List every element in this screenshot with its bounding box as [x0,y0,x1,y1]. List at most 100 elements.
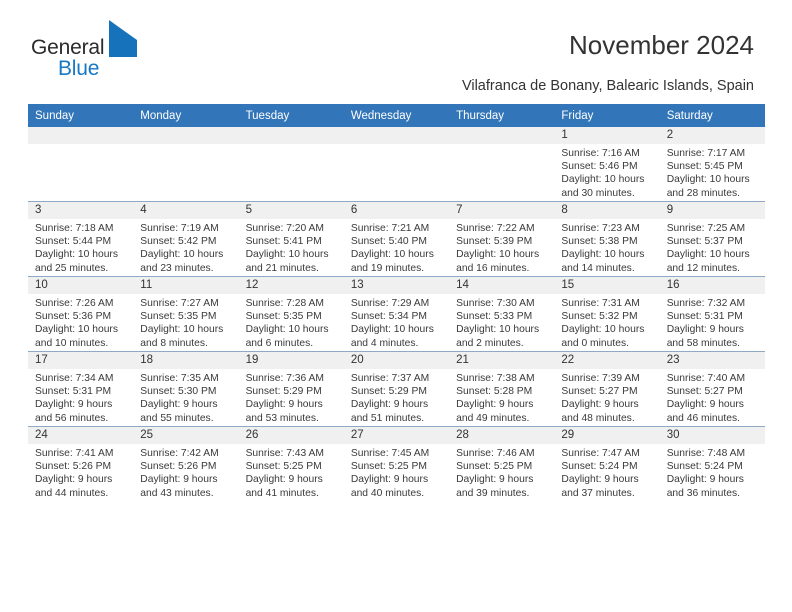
day-cell-inner: 11 Sunrise: 7:27 AM Sunset: 5:35 PM Dayligh… [133,277,239,351]
calendar-week-row: 17 Sunrise: 7:34 AM Sunset: 5:31 PM Dayligh… [28,351,765,427]
day-details: Sunrise: 7:45 AM Sunset: 5:25 PM Daylight:… [344,444,449,500]
calendar-cell-empty [343,127,450,202]
day-number: 7 [449,202,555,219]
day-cell-inner [133,127,239,201]
daylight-text-line2: and 37 minutes. [561,487,635,499]
calendar-day-cell[interactable]: 3 Sunrise: 7:18 AM Sunset: 5:44 PM Daylight… [28,201,134,277]
day-cell-inner: 23 Sunrise: 7:40 AM Sunset: 5:27 PM Dayligh… [659,352,765,426]
day-cell-inner: 27 Sunrise: 7:45 AM Sunset: 5:25 PM Dayligh… [343,427,450,501]
sunrise-text: Sunrise: 7:17 AM [666,148,746,159]
calendar-week-row: 1 Sunrise: 7:16 AM Sunset: 5:46 PM Daylight… [28,127,765,202]
day-number: 13 [343,277,450,294]
daylight-text-line1: Daylight: 9 hours [561,399,639,411]
calendar-day-cell[interactable]: 7 Sunrise: 7:22 AM Sunset: 5:39 PM Daylight… [449,201,555,277]
daylight-text-line2: and 41 minutes. [245,487,319,499]
day-number: 20 [343,352,450,369]
calendar-day-cell[interactable]: 11 Sunrise: 7:27 AM Sunset: 5:35 PM Dayligh… [133,276,239,352]
daylight-text-line2: and 53 minutes. [245,412,319,424]
day-details: Sunrise: 7:38 AM Sunset: 5:28 PM Daylight:… [449,369,554,425]
calendar-day-cell[interactable]: 4 Sunrise: 7:19 AM Sunset: 5:42 PM Daylight… [133,201,239,277]
day-number: 19 [238,352,344,369]
weekday-header-friday: Friday [554,104,660,127]
daylight-text-line2: and 2 minutes. [456,337,524,349]
daylight-text-line2: and 14 minutes. [561,262,635,274]
calendar-day-cell[interactable]: 10 Sunrise: 7:26 AM Sunset: 5:36 PM Dayligh… [28,276,134,352]
day-number: 4 [133,202,239,219]
daylight-text-line1: Daylight: 10 hours [561,249,645,261]
calendar-day-cell[interactable]: 17 Sunrise: 7:34 AM Sunset: 5:31 PM Dayligh… [28,351,134,427]
calendar-day-cell[interactable]: 29 Sunrise: 7:47 AM Sunset: 5:24 PM Dayligh… [554,426,660,501]
triangle-logo-icon [109,20,137,60]
calendar-day-cell[interactable]: 2 Sunrise: 7:17 AM Sunset: 5:45 PM Daylight… [659,127,765,202]
sunrise-text: Sunrise: 7:29 AM [350,298,430,309]
sunset-text: Sunset: 5:37 PM [666,236,743,248]
day-number: 18 [133,352,239,369]
day-number [343,127,450,144]
day-cell-inner: 12 Sunrise: 7:28 AM Sunset: 5:35 PM Dayligh… [238,277,344,351]
calendar-day-cell[interactable]: 6 Sunrise: 7:21 AM Sunset: 5:40 PM Daylight… [343,201,450,277]
daylight-text-line2: and 30 minutes. [561,187,635,199]
sunrise-text: Sunrise: 7:30 AM [456,298,535,309]
daylight-text-line1: Daylight: 9 hours [245,399,323,411]
day-cell-inner [343,127,450,201]
sunset-text: Sunset: 5:29 PM [245,386,322,398]
general-blue-logo[interactable]: General Blue [31,20,151,84]
calendar-day-cell[interactable]: 26 Sunrise: 7:43 AM Sunset: 5:25 PM Dayligh… [238,426,344,501]
calendar-day-cell[interactable]: 14 Sunrise: 7:30 AM Sunset: 5:33 PM Dayligh… [449,276,555,352]
daylight-text-line2: and 55 minutes. [140,412,214,424]
calendar-day-cell[interactable]: 19 Sunrise: 7:36 AM Sunset: 5:29 PM Dayligh… [238,351,344,427]
day-details: Sunrise: 7:28 AM Sunset: 5:35 PM Daylight:… [239,294,344,350]
calendar-day-cell[interactable]: 30 Sunrise: 7:48 AM Sunset: 5:24 PM Dayligh… [659,426,765,501]
day-details: Sunrise: 7:30 AM Sunset: 5:33 PM Daylight:… [449,294,554,350]
sunset-text: Sunset: 5:35 PM [140,311,217,323]
calendar-body: 1 Sunrise: 7:16 AM Sunset: 5:46 PM Daylight… [28,127,765,501]
calendar-day-cell[interactable]: 24 Sunrise: 7:41 AM Sunset: 5:26 PM Dayligh… [28,426,134,501]
weekday-header-wednesday: Wednesday [343,104,450,127]
daylight-text-line1: Daylight: 10 hours [350,249,434,261]
sunrise-text: Sunrise: 7:18 AM [35,223,114,234]
calendar-week-row: 10 Sunrise: 7:26 AM Sunset: 5:36 PM Dayligh… [28,276,765,352]
calendar-day-cell[interactable]: 22 Sunrise: 7:39 AM Sunset: 5:27 PM Dayligh… [554,351,660,427]
daylight-text-line1: Daylight: 10 hours [561,174,645,186]
sunrise-text: Sunrise: 7:38 AM [456,373,535,384]
calendar-day-cell[interactable]: 16 Sunrise: 7:32 AM Sunset: 5:31 PM Dayligh… [659,276,765,352]
day-details: Sunrise: 7:21 AM Sunset: 5:40 PM Daylight:… [344,219,449,275]
calendar-day-cell[interactable]: 27 Sunrise: 7:45 AM Sunset: 5:25 PM Dayligh… [343,426,450,501]
sunrise-text: Sunrise: 7:32 AM [666,298,746,309]
day-number: 8 [554,202,660,219]
weekday-header-tuesday: Tuesday [238,104,344,127]
daylight-text-line1: Daylight: 10 hours [666,174,750,186]
daylight-text-line2: and 23 minutes. [140,262,214,274]
sunset-text: Sunset: 5:29 PM [350,386,427,398]
day-details: Sunrise: 7:36 AM Sunset: 5:29 PM Daylight:… [239,369,344,425]
calendar-day-cell[interactable]: 20 Sunrise: 7:37 AM Sunset: 5:29 PM Dayligh… [343,351,450,427]
daylight-text-line2: and 43 minutes. [140,487,214,499]
calendar-day-cell[interactable]: 23 Sunrise: 7:40 AM Sunset: 5:27 PM Dayligh… [659,351,765,427]
calendar-day-cell[interactable]: 18 Sunrise: 7:35 AM Sunset: 5:30 PM Dayligh… [133,351,239,427]
sunrise-text: Sunrise: 7:36 AM [245,373,324,384]
calendar-day-cell[interactable]: 9 Sunrise: 7:25 AM Sunset: 5:37 PM Daylight… [659,201,765,277]
calendar-day-cell[interactable]: 12 Sunrise: 7:28 AM Sunset: 5:35 PM Dayligh… [238,276,344,352]
calendar-day-cell[interactable]: 8 Sunrise: 7:23 AM Sunset: 5:38 PM Daylight… [554,201,660,277]
day-cell-inner: 1 Sunrise: 7:16 AM Sunset: 5:46 PM Daylight… [554,127,660,201]
calendar-day-cell[interactable]: 15 Sunrise: 7:31 AM Sunset: 5:32 PM Dayligh… [554,276,660,352]
daylight-text-line2: and 49 minutes. [456,412,530,424]
calendar-day-cell[interactable]: 25 Sunrise: 7:42 AM Sunset: 5:26 PM Dayligh… [133,426,239,501]
sunset-text: Sunset: 5:41 PM [245,236,322,248]
day-details: Sunrise: 7:37 AM Sunset: 5:29 PM Daylight:… [344,369,449,425]
day-details: Sunrise: 7:26 AM Sunset: 5:36 PM Daylight:… [28,294,133,350]
daylight-text-line1: Daylight: 10 hours [456,324,540,336]
calendar-day-cell[interactable]: 21 Sunrise: 7:38 AM Sunset: 5:28 PM Dayligh… [449,351,555,427]
sunrise-text: Sunrise: 7:31 AM [561,298,640,309]
calendar-day-cell[interactable]: 28 Sunrise: 7:46 AM Sunset: 5:25 PM Dayligh… [449,426,555,501]
calendar-day-cell[interactable]: 13 Sunrise: 7:29 AM Sunset: 5:34 PM Dayligh… [343,276,450,352]
sunset-text: Sunset: 5:34 PM [350,311,427,323]
day-cell-inner: 26 Sunrise: 7:43 AM Sunset: 5:25 PM Dayligh… [238,427,344,501]
calendar-day-cell[interactable]: 1 Sunrise: 7:16 AM Sunset: 5:46 PM Daylight… [554,127,660,202]
day-cell-inner: 20 Sunrise: 7:37 AM Sunset: 5:29 PM Dayligh… [343,352,450,426]
day-details: Sunrise: 7:35 AM Sunset: 5:30 PM Daylight:… [133,369,238,425]
calendar-day-cell[interactable]: 5 Sunrise: 7:20 AM Sunset: 5:41 PM Daylight… [238,201,344,277]
daylight-text-line2: and 48 minutes. [561,412,635,424]
daylight-text-line1: Daylight: 9 hours [35,399,113,411]
day-number: 23 [659,352,765,369]
